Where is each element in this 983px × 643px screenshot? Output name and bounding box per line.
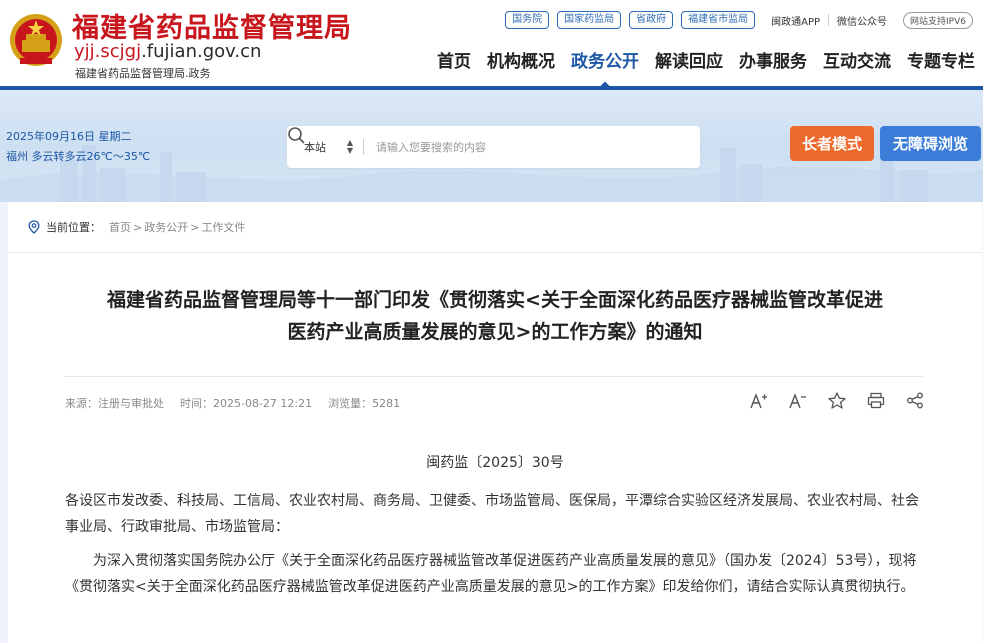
search-input[interactable] — [364, 140, 656, 154]
site-header: 福建省药品监督管理局 yjj.scjgj.fujian.gov.cn 福建省药品… — [0, 0, 983, 99]
breadcrumb-work-docs[interactable]: 工作文件 — [201, 219, 245, 235]
site-subtitle: 福建省药品监督管理局.政务 — [75, 67, 211, 80]
domain-rest: .fujian.gov.cn — [141, 41, 262, 62]
breadcrumb-divider — [8, 252, 982, 253]
article-title-line2: 医药产业高质量发展的意见>的工作方案》的通知 — [287, 321, 703, 343]
search-box: 本站 ▲ ▼ — [287, 126, 700, 168]
search-icon — [288, 127, 305, 144]
nav-about[interactable]: 机构概况 — [479, 50, 563, 74]
link-fujian-amr[interactable]: 福建省市监局 — [681, 11, 756, 29]
breadcrumb: 当前位置： 首页 > 政务公开 > 工作文件 — [28, 219, 245, 235]
site-domain: yjj.scjgj.fujian.gov.cn — [74, 41, 261, 62]
link-state-council[interactable]: 国务院 — [505, 11, 550, 29]
article-meta: 来源：注册与审批处 时间：2025-08-27 12:21 浏览量：5281 — [65, 395, 416, 411]
nav-topics[interactable]: 专题专栏 — [899, 50, 983, 74]
font-increase-icon — [750, 392, 767, 408]
body-paragraph: 为深入贯彻落实国务院办公厅《关于全面深化药品医疗器械监管改革促进医药产业高质量发… — [65, 553, 917, 595]
nav-services[interactable]: 办事服务 — [731, 50, 815, 74]
breadcrumb-home[interactable]: 首页 — [109, 219, 131, 235]
link-nmpa[interactable]: 国家药监局 — [557, 11, 622, 29]
font-increase-button[interactable] — [750, 392, 768, 409]
main-nav: 首页 机构概况 政务公开 解读回应 办事服务 互动交流 专题专栏 — [429, 50, 983, 99]
nav-gov-affairs-label: 政务公开 — [571, 52, 639, 72]
breadcrumb-separator: > — [190, 220, 200, 234]
weather-info: 福州 多云转多云26℃～35℃ — [6, 150, 151, 163]
font-decrease-button[interactable] — [789, 392, 807, 409]
elder-mode-button[interactable]: 长者模式 — [790, 126, 874, 161]
updown-arrow-icon: ▲ ▼ — [346, 138, 353, 155]
article-source: 来源：注册与审批处 — [65, 397, 164, 410]
current-date: 2025年09月16日 星期二 — [6, 130, 132, 143]
site-name[interactable]: 福建省药品监督管理局 — [72, 6, 352, 45]
font-decrease-icon — [789, 392, 806, 408]
link-wechat[interactable]: 微信公众号 — [837, 13, 887, 28]
share-button[interactable] — [906, 392, 924, 409]
divider — [828, 14, 830, 26]
breadcrumb-gov-affairs[interactable]: 政务公开 — [144, 219, 188, 235]
search-button[interactable] — [288, 126, 700, 168]
domain-highlight: yjj.scjgj — [74, 41, 142, 62]
article-tools — [729, 392, 924, 409]
nav-home[interactable]: 首页 — [429, 50, 479, 74]
breadcrumb-separator: > — [133, 220, 143, 234]
accessible-browse-button[interactable]: 无障碍浏览 — [880, 126, 981, 161]
addressees-paragraph: 各设区市发改委、科技局、工信局、农业农村局、商务局、卫健委、市场监管局、医保局，… — [65, 493, 919, 535]
article-card: 当前位置： 首页 > 政务公开 > 工作文件 福建省药品监督管理局等十一部门印发《贯… — [8, 202, 982, 643]
share-icon — [907, 392, 923, 409]
nav-interaction[interactable]: 互动交流 — [815, 50, 899, 74]
article-title: 福建省药品监督管理局等十一部门印发《贯彻落实<关于全面深化药品医疗器械监管改革促… — [48, 284, 942, 348]
location-pin-icon — [28, 220, 40, 234]
article-views: 浏览量：5281 — [328, 397, 401, 410]
favorite-button[interactable] — [828, 392, 846, 409]
meta-divider — [65, 376, 923, 377]
link-provincial-gov[interactable]: 省政府 — [629, 11, 674, 29]
banner: 2025年09月16日 星期二 福州 多云转多云26℃～35℃ 本站 ▲▼ 长者… — [0, 90, 983, 202]
top-links: 国务院 国家药监局 省政府 福建省市监局 闽政通APP 微信公众号 网站支持IP… — [505, 10, 973, 30]
search-scope-value: 本站 — [304, 141, 326, 154]
link-mzt-app[interactable]: 闽政通APP — [771, 13, 820, 28]
article-time: 时间：2025-08-27 12:21 — [180, 397, 313, 410]
ipv6-badge: 网站支持IPV6 — [903, 11, 973, 29]
printer-icon — [867, 392, 885, 409]
nav-gov-affairs[interactable]: 政务公开 — [563, 50, 647, 99]
print-button[interactable] — [867, 392, 885, 409]
article-title-line1: 福建省药品监督管理局等十一部门印发《贯彻落实<关于全面深化药品医疗器械监管改革促… — [107, 289, 883, 311]
article-body: 各设区市发改委、科技局、工信局、农业农村局、商务局、卫健委、市场监管局、医保局，… — [65, 488, 925, 608]
star-icon — [828, 392, 846, 409]
document-number: 闽药监〔2025〕30号 — [426, 455, 564, 471]
breadcrumb-label: 当前位置： — [46, 221, 101, 234]
national-emblem-icon[interactable] — [8, 10, 64, 72]
nav-interpretation[interactable]: 解读回应 — [647, 50, 731, 74]
